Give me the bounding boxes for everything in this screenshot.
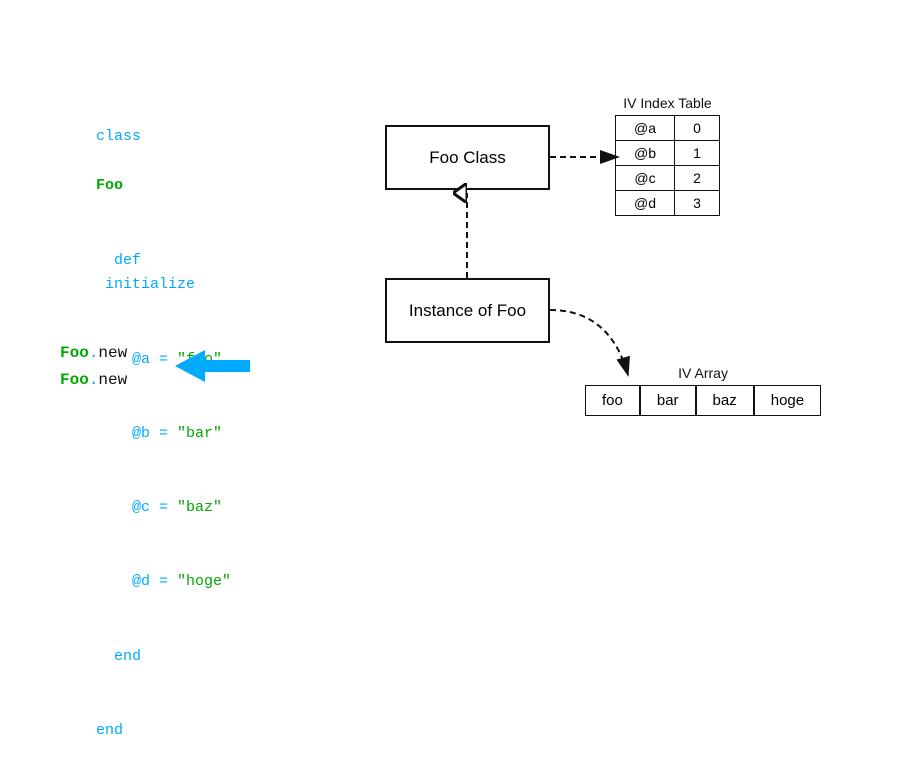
table-row: @c2 [616,166,720,191]
ivar-b: @b [96,425,150,442]
foonew-block: Foo.new Foo.new [60,340,127,394]
eq-b: = [150,425,177,442]
blue-arrow-icon [175,348,250,384]
instance-label: Instance of Foo [409,301,526,321]
ivar-index-cell: 3 [675,191,720,216]
array-cell: bar [640,385,696,416]
ivar-name-cell: @b [616,141,675,166]
table-row: @b1 [616,141,720,166]
code-line-1: class Foo [60,100,231,224]
iv-index-table: IV Index Table @a0@b1@c2@d3 [615,95,720,216]
method-name: initialize [96,276,195,293]
foonew2-method: new [98,371,127,389]
keyword-def: def [96,252,141,269]
iv-index-data: @a0@b1@c2@d3 [615,115,720,216]
iv-index-title: IV Index Table [615,95,720,111]
ivar-index-cell: 1 [675,141,720,166]
ivar-d: @d [96,573,150,590]
foonew1-method: new [98,344,127,362]
foonew-line-2: Foo.new [60,367,127,394]
code-block: class Foo def initialize @a = "foo" @b =… [60,100,231,768]
iv-array-cells: foobarbazhoge [585,385,821,416]
instance-box: Instance of Foo [385,278,550,343]
code-line-2: def initialize [60,224,231,323]
foo-class-label: Foo Class [429,148,506,168]
foonew1-class: Foo [60,344,89,362]
code-line-8: end [60,694,231,768]
foonew-line-1: Foo.new [60,340,127,367]
code-line-7: end [60,620,231,694]
val-b: "bar" [177,425,222,442]
ivar-name-cell: @d [616,191,675,216]
table-row: @d3 [616,191,720,216]
ivar-name-cell: @c [616,166,675,191]
eq-c: = [150,499,177,516]
iv-array-title: IV Array [585,365,821,381]
ivar-c: @c [96,499,150,516]
eq-d: = [150,573,177,590]
ivar-index-cell: 0 [675,116,720,141]
table-row: @a0 [616,116,720,141]
code-line-6: @d = "hoge" [60,546,231,620]
foonew1-dot: . [89,344,99,362]
code-line-4: @b = "bar" [60,397,231,471]
array-cell: foo [585,385,640,416]
ivar-index-cell: 2 [675,166,720,191]
keyword-class: class [96,128,141,145]
foonew2-dot: . [89,371,99,389]
end-outer: end [96,722,123,739]
end-inner: end [96,648,141,665]
array-cell: hoge [754,385,821,416]
foonew2-class: Foo [60,371,89,389]
ivar-name-cell: @a [616,116,675,141]
class-name: Foo [96,177,123,194]
array-cell: baz [696,385,754,416]
code-line-5: @c = "baz" [60,471,231,545]
iv-array: IV Array foobarbazhoge [585,365,821,416]
val-c: "baz" [177,499,222,516]
foo-class-box: Foo Class [385,125,550,190]
val-d: "hoge" [177,573,231,590]
eq-a: = [150,351,177,368]
